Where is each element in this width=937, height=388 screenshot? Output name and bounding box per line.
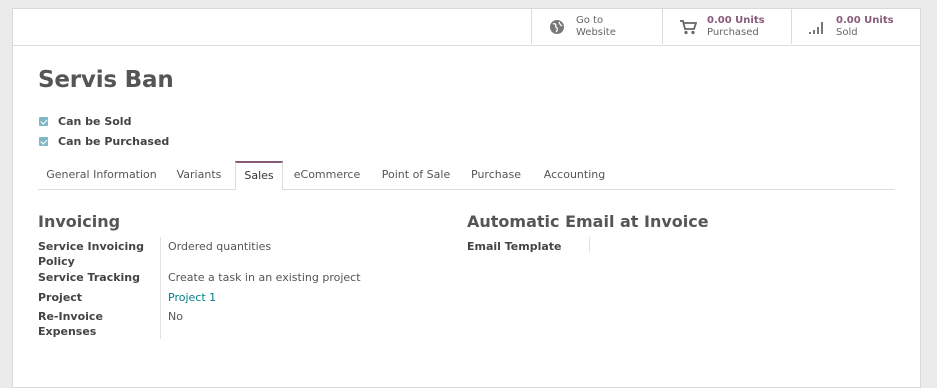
website-label: Go to Website [576,15,616,38]
project-label: Project [38,291,83,304]
sold-stat: 0.00 Units Sold [836,15,894,39]
email-template-field[interactable] [597,239,857,254]
can-be-sold-label: Can be Sold [58,115,132,128]
tab-point-of-sale[interactable]: Point of Sale [371,161,461,189]
purchased-value: 0.00 Units [707,15,765,26]
cart-icon [680,20,697,35]
can-be-purchased-row: Can be Purchased [39,135,169,148]
purchased-stat: 0.00 Units Purchased [707,15,765,39]
sold-button[interactable]: 0.00 Units Sold [791,9,920,44]
service-tracking-label: Service Tracking [38,271,141,284]
automatic-email-section-title: Automatic Email at Invoice [467,212,709,231]
globe-icon [550,20,564,34]
go-to-website-button[interactable]: Go to Website [531,9,662,44]
bar-chart-icon [809,22,823,34]
project-link[interactable]: Project 1 [168,290,216,305]
service-invoicing-policy-value[interactable]: Ordered quantities [168,239,271,254]
email-template-divider [589,237,590,253]
tab-sales[interactable]: Sales [235,161,283,190]
tab-accounting[interactable]: Accounting [531,161,618,189]
can-be-purchased-checkbox[interactable] [39,137,48,146]
tab-general-information[interactable]: General Information [38,161,165,189]
sold-label: Sold [836,27,858,38]
product-name[interactable]: Servis Ban [38,67,174,93]
invoicing-divider [160,237,161,339]
service-tracking-value[interactable]: Create a task in an existing project [168,270,361,285]
smart-button-box: Go to Website 0.00 Units Purchased 0.00 … [13,9,920,46]
purchased-label: Purchased [707,27,759,38]
form-sheet: Go to Website 0.00 Units Purchased 0.00 … [12,8,921,388]
notebook-tabs: General Information Variants Sales eComm… [38,161,895,190]
can-be-purchased-label: Can be Purchased [58,135,170,148]
reinvoice-expenses-value[interactable]: No [168,309,183,324]
can-be-sold-checkbox[interactable] [39,117,48,126]
purchased-button[interactable]: 0.00 Units Purchased [662,9,791,44]
can-be-sold-row: Can be Sold [39,115,131,128]
sold-value: 0.00 Units [836,15,894,26]
tab-ecommerce[interactable]: eCommerce [285,161,369,189]
service-invoicing-policy-label: Service Invoicing Policy [38,240,144,268]
tab-variants[interactable]: Variants [165,161,233,189]
email-template-label: Email Template [467,240,562,253]
tab-purchase[interactable]: Purchase [463,161,529,189]
reinvoice-expenses-label: Re-Invoice Expenses [38,310,103,338]
invoicing-section-title: Invoicing [38,212,121,231]
